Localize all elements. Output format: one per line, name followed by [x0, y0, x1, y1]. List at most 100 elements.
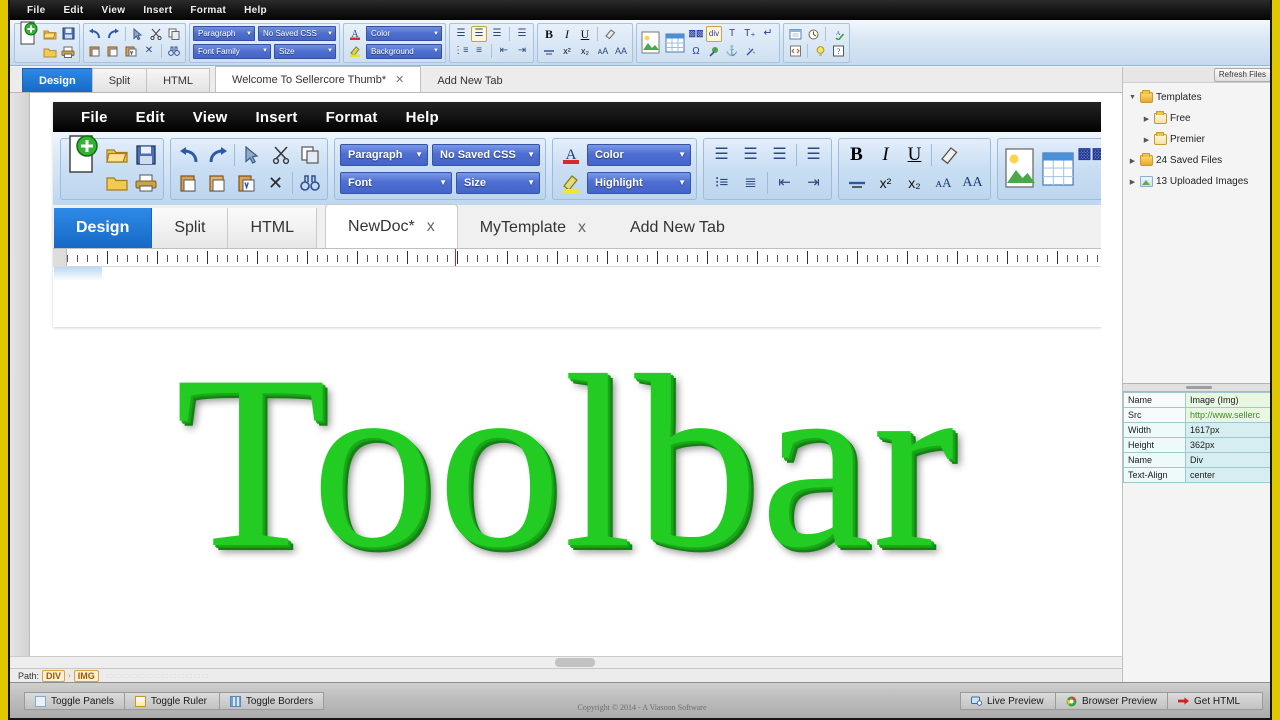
insert-span-icon[interactable]: div [706, 25, 722, 42]
tree-node-uploaded-images[interactable]: ▶ 13 Uploaded Images [1126, 171, 1270, 192]
insert-table-icon[interactable] [664, 26, 686, 60]
align-justify-icon[interactable]: ☰ [514, 26, 530, 42]
saved-css-dropdown[interactable]: No Saved CSS ▼ [258, 26, 336, 42]
subscript-icon[interactable]: x₂ [577, 43, 593, 59]
undo-icon[interactable] [87, 26, 103, 42]
menu-item-insert[interactable]: Insert [134, 3, 181, 18]
eraser-icon[interactable] [602, 26, 618, 42]
lightbulb-tip-icon[interactable] [812, 43, 828, 59]
menu-item-view[interactable]: View [93, 3, 135, 18]
property-key: Text-Align [1123, 467, 1186, 483]
anchor-icon[interactable]: ⚓ [724, 44, 740, 60]
scrollbar-thumb[interactable] [555, 658, 595, 667]
menu-item-file[interactable]: File [18, 3, 54, 18]
close-icon[interactable]: ✕ [395, 73, 404, 86]
indent-icon[interactable]: ⇥ [514, 43, 530, 59]
menu-item-help[interactable]: Help [235, 3, 276, 18]
omega-symbol-icon[interactable]: Ω [688, 44, 704, 60]
chevron-down-icon: ▼ [433, 30, 439, 37]
align-left-icon[interactable]: ☰ [453, 26, 469, 42]
text-tool-icon[interactable]: T [724, 26, 740, 42]
refresh-files-button[interactable]: Refresh Files [1213, 67, 1270, 82]
table-row[interactable]: Src http://www.sellerc [1123, 407, 1270, 423]
print-icon[interactable] [60, 44, 76, 60]
color-dropdown[interactable]: Color ▼ [366, 26, 442, 42]
table-row[interactable]: Name Image (Img) [1123, 392, 1270, 408]
bold-icon[interactable]: B [541, 26, 557, 42]
path-segment-div[interactable]: DIV [42, 669, 66, 682]
binoculars-find-icon[interactable] [166, 43, 182, 59]
chevron-right-icon[interactable]: ▶ [1128, 157, 1137, 165]
insert-image-icon[interactable] [640, 26, 662, 60]
highlight-pen-icon[interactable] [347, 43, 363, 59]
font-family-dropdown[interactable]: Font Family ▼ [193, 43, 271, 59]
table-row[interactable]: Text-Align center [1123, 467, 1270, 483]
folder-icon[interactable] [42, 44, 58, 60]
clock-icon[interactable] [805, 26, 821, 42]
x-delete-icon[interactable]: ✕ [141, 43, 157, 59]
table-row[interactable]: Height 362px [1123, 437, 1270, 453]
chevron-down-icon: ▼ [527, 150, 535, 159]
paragraph-dropdown[interactable]: Paragraph ▼ [193, 26, 255, 42]
tab-document-welcome[interactable]: Welcome To Sellercore Thumb* ✕ [215, 66, 422, 92]
size-dropdown[interactable]: Size ▼ [274, 43, 336, 59]
tree-node-free[interactable]: ▶ Free [1126, 108, 1270, 129]
underline-icon[interactable]: U [577, 26, 593, 42]
add-new-tab-button[interactable]: Add New Tab [420, 68, 519, 92]
tree-node-templates[interactable]: ▼ Templates [1126, 87, 1270, 108]
tree-node-premier[interactable]: ▶ Premier [1126, 129, 1270, 150]
table-row[interactable]: Width 1617px [1123, 422, 1270, 438]
canvas-horizontal-scrollbar[interactable] [10, 656, 1122, 668]
insert-div-icon[interactable]: ▧▧ [688, 26, 704, 42]
menu-item-edit[interactable]: Edit [54, 3, 92, 18]
align-center-icon[interactable]: ☰ [471, 25, 487, 42]
text-field-icon[interactable]: T₊ [742, 26, 758, 42]
tab-split[interactable]: Split [91, 68, 148, 92]
chevron-down-icon[interactable]: ▼ [1128, 94, 1137, 101]
tab-html[interactable]: HTML [146, 68, 211, 92]
open-folder-icon[interactable] [42, 26, 58, 42]
increase-font-icon: AA [962, 174, 983, 190]
help-icon[interactable]: ? [830, 43, 846, 59]
decrease-font-icon[interactable]: ᴀA [595, 43, 611, 59]
panel-splitter[interactable] [1123, 383, 1270, 392]
paste-word-icon[interactable] [123, 43, 139, 59]
tab-design[interactable]: Design [22, 68, 93, 92]
app-frame: File Edit View Insert Format Help ✕ Para… [8, 0, 1272, 718]
paste-icon[interactable] [87, 43, 103, 59]
document-page[interactable]: File Edit View Insert Format Help ✕ Para… [31, 93, 1101, 668]
save-disk-icon[interactable] [60, 26, 76, 42]
line-break-icon[interactable]: ↵ [760, 26, 776, 42]
tree-node-saved-files[interactable]: ▶ 24 Saved Files [1126, 150, 1270, 171]
superscript-icon[interactable]: x² [559, 43, 575, 59]
chevron-right-icon[interactable]: ▶ [1142, 136, 1151, 144]
font-color-icon[interactable]: A [347, 26, 363, 42]
code-icon[interactable] [787, 43, 803, 59]
background-dropdown[interactable]: Background ▼ [366, 43, 442, 59]
spell-check-icon[interactable]: A [830, 26, 846, 42]
path-segment-img[interactable]: IMG [73, 669, 99, 682]
chevron-right-icon[interactable]: ▶ [1142, 115, 1151, 123]
redo-icon[interactable] [105, 26, 121, 42]
increase-font-icon[interactable]: AA [613, 43, 629, 59]
property-value[interactable]: http://www.sellerc [1185, 407, 1270, 423]
chevron-right-icon[interactable]: ▶ [1128, 178, 1137, 186]
unlink-icon[interactable] [742, 44, 758, 60]
menu-item-format[interactable]: Format [181, 3, 235, 18]
calendar-icon[interactable] [787, 26, 803, 42]
strikethrough-icon[interactable] [541, 43, 557, 59]
design-canvas[interactable]: File Edit View Insert Format Help ✕ Para… [10, 93, 1122, 668]
toolbar-separator [796, 143, 797, 166]
outdent-icon[interactable]: ⇤ [496, 43, 512, 59]
numbered-list-icon[interactable]: ≡ [471, 43, 487, 59]
bullet-list-icon[interactable]: ⋮≡ [453, 43, 469, 59]
align-right-icon[interactable]: ☰ [489, 26, 505, 42]
cursor-select-icon[interactable] [130, 26, 146, 42]
italic-icon[interactable]: I [559, 26, 575, 42]
hyperlink-icon[interactable] [706, 44, 722, 60]
copy-icon[interactable] [166, 26, 182, 42]
table-row[interactable]: Name Div [1123, 452, 1270, 468]
embedded-editor-screenshot[interactable]: File Edit View Insert Format Help ✕ Para… [53, 102, 1101, 327]
paste-text-icon[interactable] [105, 43, 121, 59]
scissors-icon[interactable] [148, 26, 164, 42]
